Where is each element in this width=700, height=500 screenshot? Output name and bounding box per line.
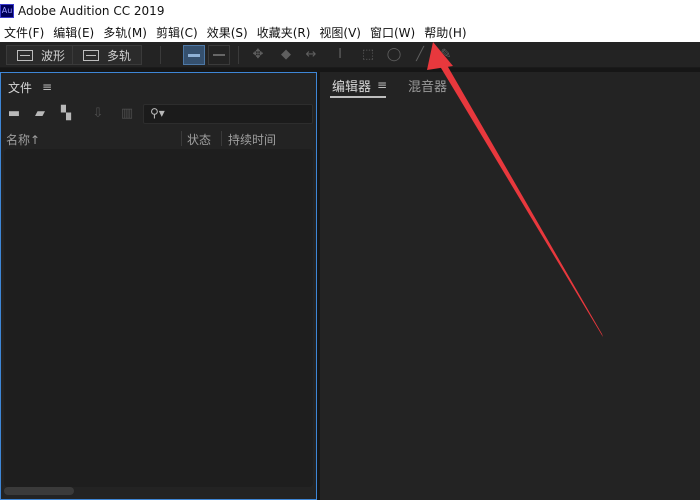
- brush-tool-icon[interactable]: ╱: [412, 47, 428, 63]
- title-bar: Au Adobe Audition CC 2019: [0, 0, 700, 22]
- files-panel: 文件 ≡ ▬ ▰ ▚ ⇩ ▥ ⚲▾ 名称↑ 状态 持续时间: [0, 72, 317, 500]
- column-divider: [181, 131, 182, 146]
- column-duration[interactable]: 持续时间: [228, 131, 276, 148]
- files-toolbar: ▬ ▰ ▚ ⇩ ▥ ⚲▾: [1, 103, 316, 125]
- import-file-icon[interactable]: ▰: [31, 106, 49, 122]
- column-name[interactable]: 名称↑: [6, 131, 40, 148]
- audition-app-icon: Au: [0, 4, 14, 18]
- multitrack-label: 多轨: [107, 48, 132, 63]
- trash-icon[interactable]: ▥: [118, 106, 136, 122]
- menu-file[interactable]: 文件(F): [2, 24, 49, 41]
- editor-panel: 编辑器 ≡ 混音器: [320, 72, 700, 500]
- waveform-view-icon: [188, 54, 200, 57]
- files-panel-title[interactable]: 文件: [8, 79, 32, 96]
- toolbar: 波形 多轨 ✥ ◆ ↔ I ⬚ ◯ ╱ ✎: [0, 42, 700, 68]
- lasso-tool-icon[interactable]: ◯: [386, 47, 402, 63]
- menu-clip[interactable]: 剪辑(C): [154, 24, 203, 41]
- menu-window[interactable]: 窗口(W): [368, 24, 420, 41]
- file-list[interactable]: [4, 149, 313, 487]
- files-panel-header: 文件 ≡: [1, 73, 316, 101]
- tab-editor[interactable]: 编辑器: [332, 76, 371, 95]
- toolbar-divider: [238, 46, 239, 64]
- slip-tool-icon[interactable]: ↔: [303, 47, 319, 63]
- open-file-icon[interactable]: ▬: [5, 106, 23, 122]
- column-status[interactable]: 状态: [187, 131, 211, 148]
- column-header-row: 名称↑ 状态 持续时间: [1, 127, 316, 149]
- razor-tool-icon[interactable]: ◆: [278, 47, 294, 63]
- multitrack-mode-button[interactable]: 多轨: [72, 45, 143, 65]
- window-title: Adobe Audition CC 2019: [18, 4, 165, 18]
- spectral-view-icon: [213, 54, 225, 56]
- menu-view[interactable]: 视图(V): [317, 24, 366, 41]
- menu-bar: 文件(F) 编辑(E) 多轨(M) 剪辑(C) 效果(S) 收藏夹(R) 视图(…: [0, 22, 700, 42]
- search-box[interactable]: ⚲▾: [143, 104, 313, 124]
- waveform-view-button[interactable]: [183, 45, 205, 65]
- marquee-tool-icon[interactable]: ⬚: [360, 47, 376, 63]
- waveform-mode-button[interactable]: 波形: [6, 45, 77, 65]
- spot-healing-tool-icon[interactable]: ✎: [438, 47, 454, 63]
- editor-panel-menu-icon[interactable]: ≡: [377, 78, 387, 92]
- waveform-icon: [17, 49, 33, 61]
- move-tool-icon[interactable]: ✥: [250, 47, 266, 63]
- panel-menu-icon[interactable]: ≡: [42, 80, 52, 94]
- menu-edit[interactable]: 编辑(E): [51, 24, 99, 41]
- column-name-label: 名称: [6, 133, 31, 147]
- spectral-view-button[interactable]: [208, 45, 230, 65]
- horizontal-scrollbar[interactable]: [4, 487, 74, 495]
- menu-help[interactable]: 帮助(H): [422, 24, 471, 41]
- time-selection-tool-icon[interactable]: I: [332, 47, 348, 63]
- waveform-label: 波形: [41, 48, 66, 63]
- sort-ascending-icon: ↑: [30, 133, 41, 147]
- menu-effects[interactable]: 效果(S): [205, 24, 253, 41]
- search-icon: ⚲▾: [150, 106, 165, 120]
- multitrack-icon: [83, 49, 99, 61]
- new-file-icon[interactable]: ▚: [57, 106, 75, 122]
- toolbar-divider: [160, 46, 161, 64]
- insert-into-multitrack-icon[interactable]: ⇩: [89, 106, 107, 122]
- menu-multitrack[interactable]: 多轨(M): [101, 24, 152, 41]
- menu-favorites[interactable]: 收藏夹(R): [255, 24, 316, 41]
- column-divider: [221, 131, 222, 146]
- active-tab-indicator: [330, 96, 386, 98]
- search-input[interactable]: [166, 106, 306, 122]
- tab-mixer[interactable]: 混音器: [408, 76, 447, 95]
